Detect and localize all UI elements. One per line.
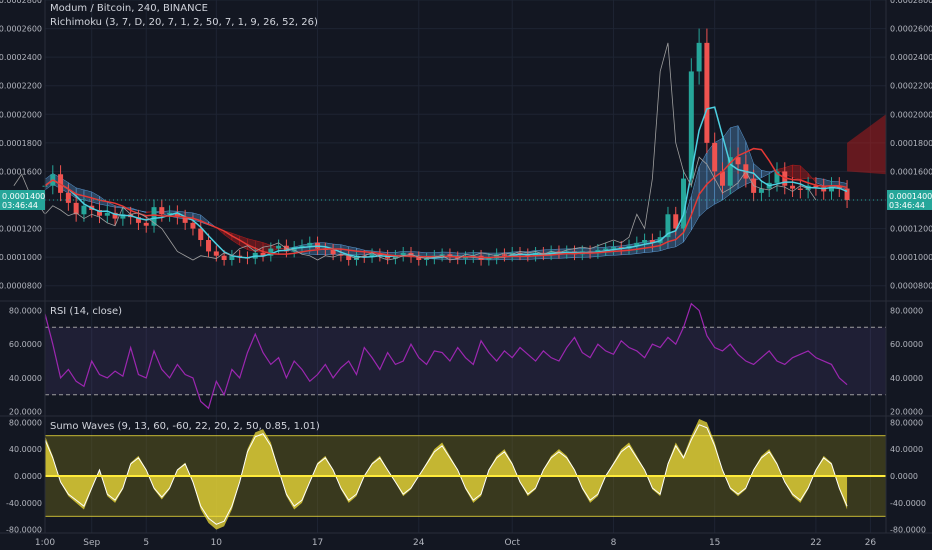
x-tick-label: Oct [504,538,520,548]
y-tick-label-right: 0.0000800 [890,282,932,291]
rsi-tick-left: 20.0000 [9,408,42,417]
y-tick-label-left: 0.0001600 [0,167,42,176]
candle-body [198,228,204,240]
rsi-tick-right: 80.0000 [890,306,923,315]
sumo-tick-left: 80.0000 [9,418,42,427]
cloud-segment [138,210,147,214]
x-tick-label: 24 [413,538,425,548]
y-tick-label-left: 0.0002000 [0,110,42,119]
future-cloud [847,114,886,175]
candle-body [486,258,492,260]
rsi-tick-left: 40.0000 [9,374,42,383]
candle-body [790,185,796,189]
candle-body [704,42,710,143]
candle-body [501,254,507,256]
candle-body [81,205,87,215]
rsi-tick-right: 20.0000 [890,408,923,417]
price-indicator-lines [13,42,886,261]
sumo-tick-right: -80.0000 [890,526,926,535]
x-tick-label: 10 [211,538,223,548]
x-tick-label: 5 [143,538,149,548]
y-tick-label-right: 0.0001800 [890,139,932,148]
rsi-band-fill [45,327,886,395]
x-tick-label: Sep [83,538,100,548]
candle-body [104,212,110,216]
cloud-segment [800,165,809,180]
price-badge-time: 03:46:44 [889,201,925,210]
price-badge-value: 0.0001400 [889,192,932,201]
indicator-label: Richimoku (3, 7, D, 20, 7, 1, 2, 50, 7, … [50,17,318,28]
price-badge-value: 0.0001400 [2,192,45,201]
y-tick-label-right: 0.0002600 [890,25,932,34]
rsi-panel [44,302,886,410]
y-tick-label-right: 0.0001200 [890,225,932,234]
sumo-tick-left: -40.0000 [6,499,42,508]
x-tick-label: 8 [611,538,617,548]
x-tick-label: 26 [865,538,877,548]
candle-body [65,192,71,203]
candle-body [190,222,196,229]
y-tick-label-right: 0.0002400 [890,53,932,62]
candle-body [159,207,165,215]
y-tick-label-right: 0.0002200 [890,82,932,91]
sumo-tick-right: 40.0000 [890,445,923,454]
candle-body [206,240,212,252]
sumo-tick-left: 40.0000 [9,445,42,454]
y-tick-label-left: 0.0002200 [0,82,42,91]
y-tick-label-right: 0.0002800 [890,0,932,5]
candle-body [307,242,313,246]
x-tick-label: 15 [709,538,720,548]
rsi-tick-right: 60.0000 [890,340,923,349]
candle-body [797,188,803,190]
candle-body [696,42,702,72]
y-tick-label-left: 0.0001800 [0,139,42,148]
y-tick-label-right: 0.0001000 [890,253,932,262]
ichimoku-cloud [44,114,886,261]
sumo-tick-left: -80.0000 [6,526,42,535]
x-tick-label: 17 [312,538,323,548]
y-tick-label-left: 0.0002600 [0,25,42,34]
rsi-tick-right: 40.0000 [890,374,923,383]
price-badge-time: 03:46:44 [2,201,38,210]
sumo-tick-right: 0.0000 [890,472,918,481]
cloud-segment [753,162,762,182]
candle-body [610,247,616,249]
candle-body [213,251,219,256]
x-tick-label: 22 [810,538,821,548]
rsi-title: RSI (14, close) [50,306,123,317]
candle-body [330,250,336,255]
chart-title: Modum / Bitcoin, 240, BINANCE [50,3,208,14]
y-tick-label-right: 0.0002000 [890,110,932,119]
sumo-title: Sumo Waves (9, 13, 60, -60, 22, 20, 2, 5… [50,421,320,432]
candle-body [143,222,149,226]
sumo-tick-right: 80.0000 [890,418,923,427]
y-tick-label-left: 0.0001200 [0,225,42,234]
rsi-tick-left: 60.0000 [9,340,42,349]
cloud-segment [698,152,708,218]
y-tick-label-left: 0.0002800 [0,0,42,5]
sumo-panel [44,419,886,530]
y-tick-label-left: 0.0001000 [0,253,42,262]
chart-stage: 1:00 Sep 5 10 17 24 Oct 8 15 22 260.0000800 0.00008… [0,0,932,548]
candle-body [221,255,227,260]
cloud-segment [807,172,817,184]
x-tick-label: 1:00 [35,538,55,548]
cloud-segment [792,164,801,180]
candle-body [276,245,282,249]
sumo-tick-left: 0.0000 [14,472,42,481]
candle-body [712,142,718,172]
rsi-tick-left: 80.0000 [9,306,42,315]
sumo-tick-right: -40.0000 [890,499,926,508]
y-tick-label-right: 0.0001600 [890,167,932,176]
candle-body [642,240,648,243]
y-tick-label-left: 0.0000800 [0,282,42,291]
y-tick-label-left: 0.0002400 [0,53,42,62]
